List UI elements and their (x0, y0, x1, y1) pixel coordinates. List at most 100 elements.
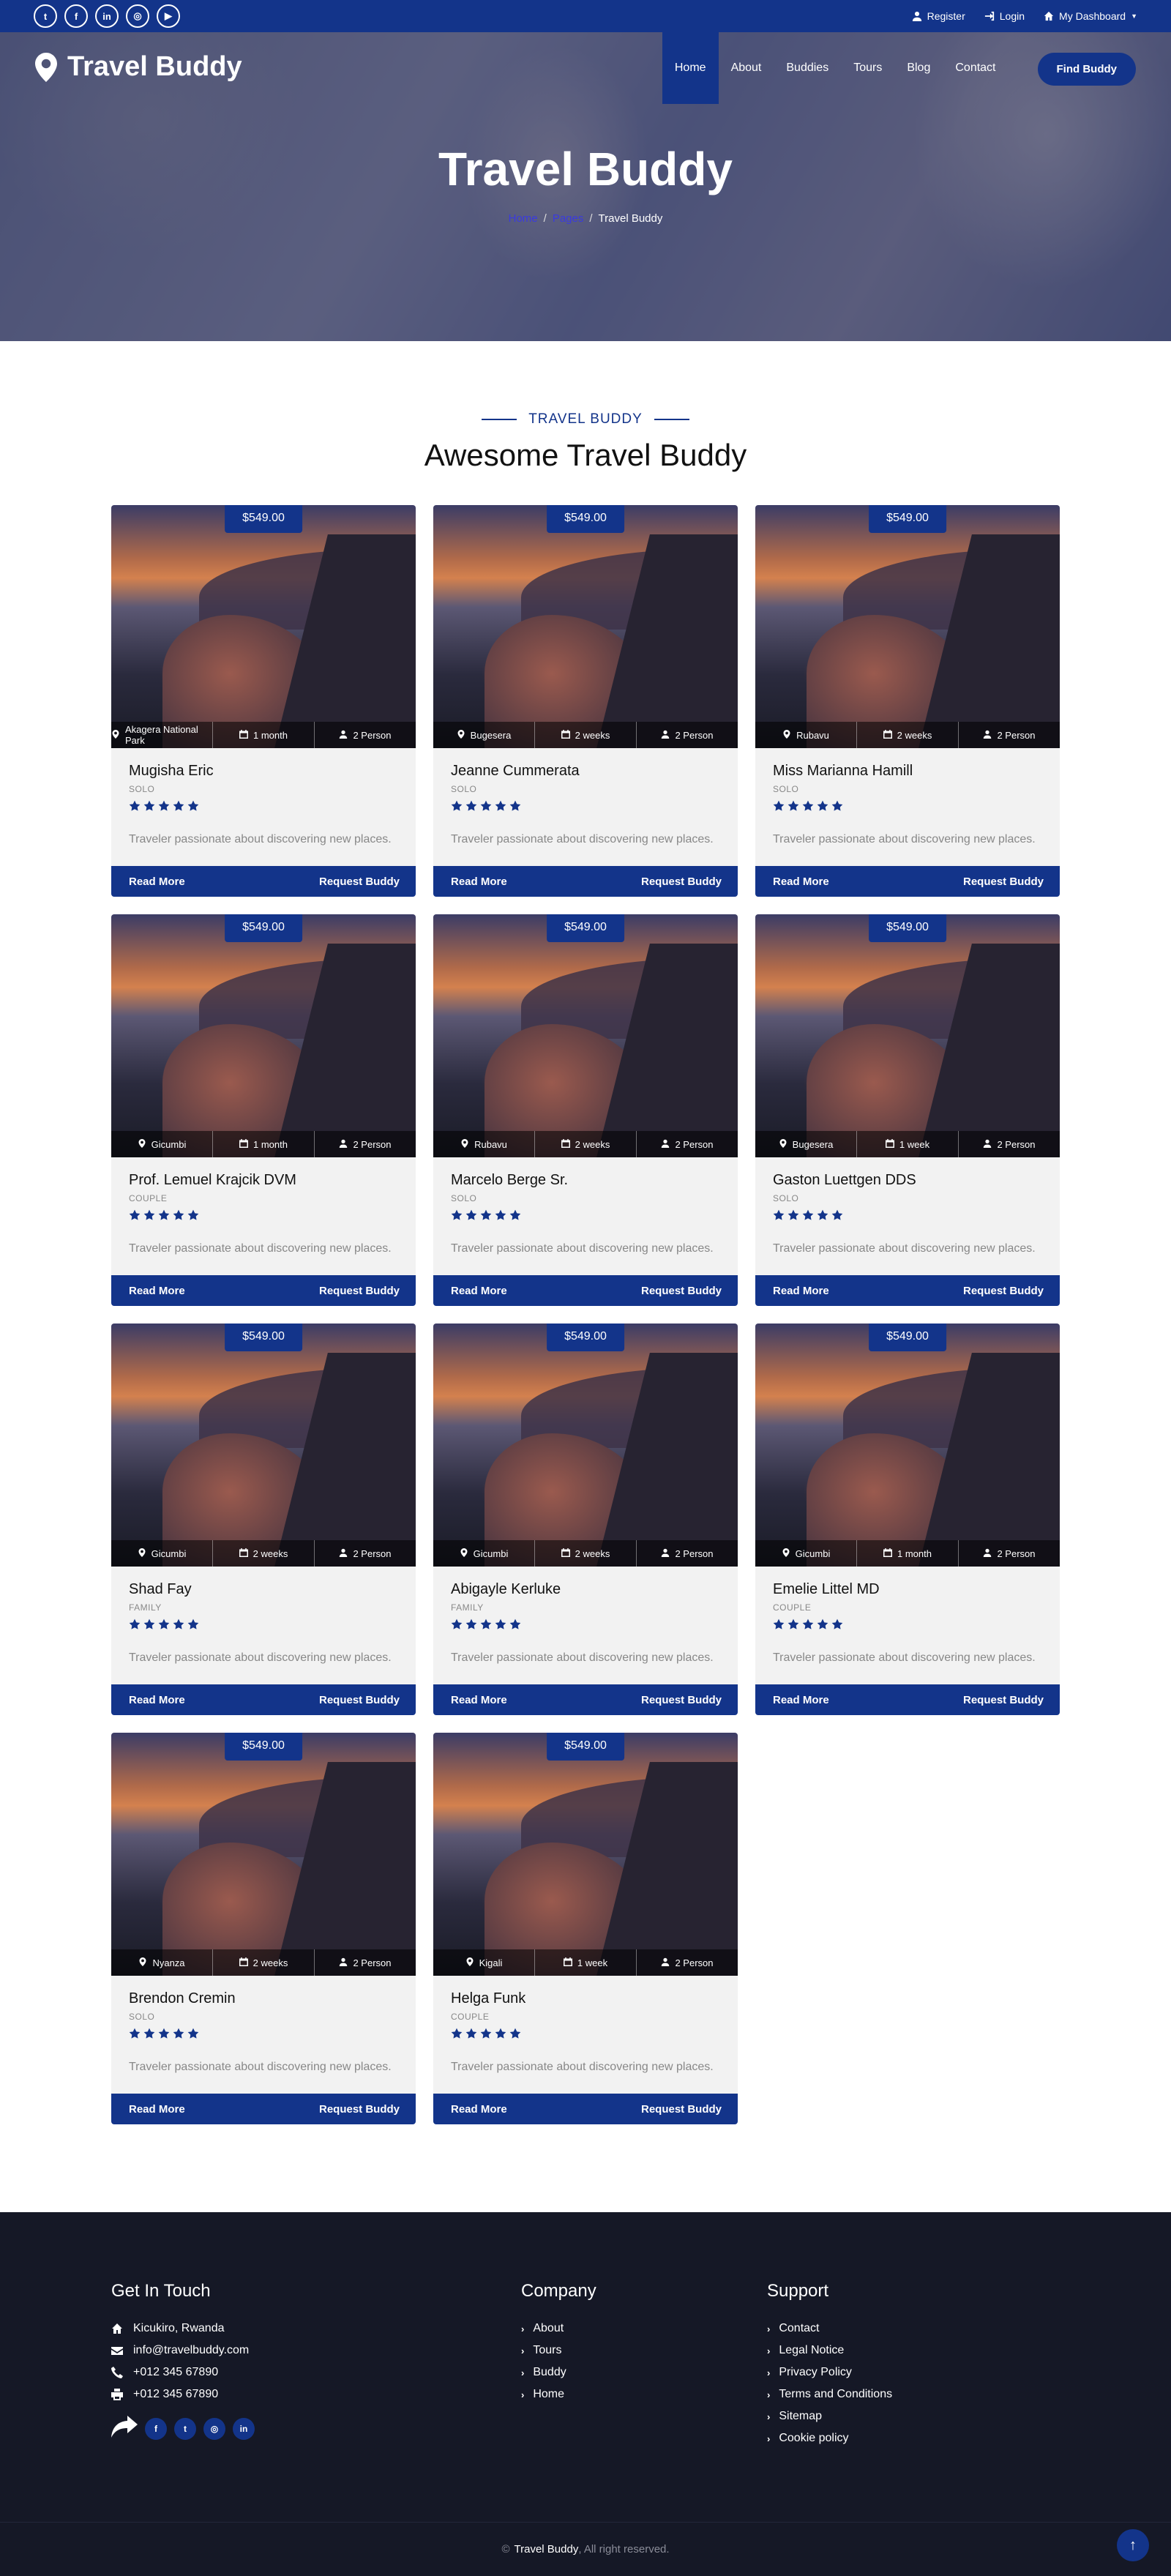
read-more-button[interactable]: Read More (773, 1285, 829, 1297)
buddy-name[interactable]: Mugisha Eric (129, 763, 398, 780)
register-link[interactable]: Register (912, 10, 965, 22)
user-icon (339, 730, 348, 741)
read-more-button[interactable]: Read More (451, 1694, 507, 1706)
buddy-image[interactable]: $549.00 Gicumbi 1 month 2 Person (111, 914, 416, 1157)
nav-buddies[interactable]: Buddies (774, 32, 841, 104)
request-buddy-button[interactable]: Request Buddy (641, 1285, 722, 1297)
buddy-image[interactable]: $549.00 Gicumbi 2 weeks 2 Person (111, 1324, 416, 1567)
read-more-button[interactable]: Read More (773, 1694, 829, 1706)
buddy-card-body: Miss Marianna Hamill SOLO Traveler passion… (755, 748, 1060, 866)
request-buddy-button[interactable]: Request Buddy (641, 1694, 722, 1706)
request-buddy-button[interactable]: Request Buddy (319, 1694, 400, 1706)
nav-about[interactable]: About (719, 32, 774, 104)
buddy-image[interactable]: $549.00 Bugesera 1 week 2 Person (755, 914, 1060, 1157)
footer-link-buddy[interactable]: › Buddy (521, 2366, 767, 2379)
facebook-icon[interactable]: f (145, 2417, 167, 2440)
linkedin-icon[interactable]: in (233, 2417, 255, 2440)
find-buddy-button[interactable]: Find Buddy (1037, 53, 1136, 86)
read-more-button[interactable]: Read More (451, 876, 507, 888)
email-text[interactable]: info@travelbuddy.com (133, 2344, 249, 2357)
footer-link-terms-and-conditions[interactable]: › Terms and Conditions (767, 2388, 1013, 2401)
buddy-image[interactable]: $549.00 Kigali 1 week 2 Person (433, 1733, 738, 1976)
buddy-meta: Bugesera 2 weeks 2 Person (433, 722, 738, 748)
footer-link-legal-notice[interactable]: › Legal Notice (767, 2344, 1013, 2357)
buddy-image[interactable]: $549.00 Nyanza 2 weeks 2 Person (111, 1733, 416, 1976)
read-more-button[interactable]: Read More (451, 2103, 507, 2116)
request-buddy-button[interactable]: Request Buddy (963, 1694, 1044, 1706)
twitter-icon[interactable]: t (174, 2417, 196, 2440)
buddy-name[interactable]: Jeanne Cummerata (451, 763, 720, 780)
read-more-button[interactable]: Read More (129, 2103, 185, 2116)
linkedin-icon[interactable]: in (95, 4, 119, 28)
twitter-icon[interactable]: t (34, 4, 57, 28)
location-text: Rubavu (474, 1138, 507, 1150)
instagram-icon[interactable]: ◎ (203, 2417, 225, 2440)
footer-link-cookie-policy[interactable]: › Cookie policy (767, 2432, 1013, 2445)
nav-contact[interactable]: Contact (943, 32, 1008, 104)
read-more-button[interactable]: Read More (773, 876, 829, 888)
chevron-right-icon: › (767, 2433, 771, 2444)
request-buddy-button[interactable]: Request Buddy (319, 876, 400, 888)
footer-link-sitemap[interactable]: › Sitemap (767, 2410, 1013, 2423)
instagram-icon[interactable]: ◎ (126, 4, 149, 28)
divider (654, 419, 689, 420)
read-more-button[interactable]: Read More (129, 1694, 185, 1706)
star-icon (787, 800, 799, 815)
brand-logo[interactable]: Travel Buddy (35, 51, 242, 83)
copyright-brand-link[interactable]: Travel Buddy (515, 2543, 579, 2556)
star-icon (173, 1209, 184, 1225)
footer-link-home[interactable]: › Home (521, 2388, 767, 2401)
request-buddy-button[interactable]: Request Buddy (319, 2103, 400, 2116)
request-buddy-button[interactable]: Request Buddy (319, 1285, 400, 1297)
price-badge: $549.00 (225, 505, 302, 533)
buddy-card-actions: Read More Request Buddy (755, 1275, 1060, 1306)
buddy-name[interactable]: Helga Funk (451, 1990, 720, 2007)
breadcrumb-home[interactable]: Home (509, 212, 538, 225)
buddy-image[interactable]: $549.00 Gicumbi 2 weeks 2 Person (433, 1324, 738, 1567)
nav-home[interactable]: Home (662, 32, 719, 104)
buddy-image[interactable]: $549.00 Rubavu 2 weeks 2 Person (755, 505, 1060, 748)
buddy-name[interactable]: Gaston Luettgen DDS (773, 1172, 1042, 1189)
buddy-name[interactable]: Miss Marianna Hamill (773, 763, 1042, 780)
hero-title: Travel Buddy (438, 143, 733, 195)
persons-meta: 2 Person (959, 722, 1060, 748)
facebook-icon[interactable]: f (64, 4, 88, 28)
request-buddy-button[interactable]: Request Buddy (963, 876, 1044, 888)
buddy-image[interactable]: $549.00 Bugesera 2 weeks 2 Person (433, 505, 738, 748)
buddy-name[interactable]: Prof. Lemuel Krajcik DVM (129, 1172, 398, 1189)
location-text: Gicumbi (151, 1548, 187, 1559)
nav-blog[interactable]: Blog (894, 32, 943, 104)
buddy-name[interactable]: Emelie Littel MD (773, 1581, 1042, 1598)
map-marker-icon (138, 1957, 147, 1968)
dashboard-dropdown[interactable]: My Dashboard ▼ (1044, 10, 1137, 22)
buddy-name[interactable]: Marcelo Berge Sr. (451, 1172, 720, 1189)
read-more-button[interactable]: Read More (129, 876, 185, 888)
request-buddy-button[interactable]: Request Buddy (641, 876, 722, 888)
star-icon (509, 800, 521, 815)
buddy-name[interactable]: Brendon Cremin (129, 1990, 398, 2007)
buddy-image[interactable]: $549.00 Gicumbi 1 month 2 Person (755, 1324, 1060, 1567)
buddy-name[interactable]: Abigayle Kerluke (451, 1581, 720, 1598)
phone-text[interactable]: +012 345 67890 (133, 2366, 218, 2379)
nav-tours[interactable]: Tours (841, 32, 894, 104)
back-to-top-button[interactable]: ↑ (1117, 2529, 1149, 2561)
location-meta: Akagera National Park (111, 722, 213, 748)
read-more-button[interactable]: Read More (129, 1285, 185, 1297)
footer-link-about[interactable]: › About (521, 2322, 767, 2335)
footer-link-privacy-policy[interactable]: › Privacy Policy (767, 2366, 1013, 2379)
buddy-image[interactable]: $549.00 Akagera National Park 1 month 2 Per… (111, 505, 416, 748)
breadcrumb-pages[interactable]: Pages (553, 212, 584, 225)
youtube-icon[interactable]: ▶ (157, 4, 180, 28)
map-marker-icon (460, 1138, 469, 1150)
buddy-card: $549.00 Rubavu 2 weeks 2 Person Marcelo Berg… (433, 914, 738, 1306)
footer-link-contact[interactable]: › Contact (767, 2322, 1013, 2335)
request-buddy-button[interactable]: Request Buddy (641, 2103, 722, 2116)
buddy-image[interactable]: $549.00 Rubavu 2 weeks 2 Person (433, 914, 738, 1157)
login-link[interactable]: Login (984, 10, 1025, 22)
arrow-up-icon: ↑ (1129, 2536, 1137, 2553)
buddy-name[interactable]: Shad Fay (129, 1581, 398, 1598)
read-more-button[interactable]: Read More (451, 1285, 507, 1297)
buddy-type: SOLO (129, 784, 155, 794)
footer-link-tours[interactable]: › Tours (521, 2344, 767, 2357)
request-buddy-button[interactable]: Request Buddy (963, 1285, 1044, 1297)
